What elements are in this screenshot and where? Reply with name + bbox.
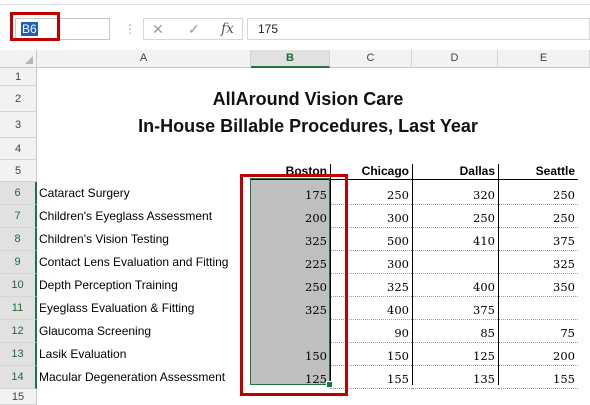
column-header-b[interactable]: B <box>251 50 330 68</box>
value-cell[interactable]: 85 <box>412 320 498 343</box>
value-cell[interactable]: 250 <box>412 205 498 228</box>
value-cell[interactable]: 325 <box>498 251 578 274</box>
row-header-2[interactable]: 2 <box>0 86 37 112</box>
value-cell[interactable] <box>498 297 578 320</box>
value-cell[interactable]: 135 <box>412 366 498 389</box>
row-header-5[interactable]: 5 <box>0 160 37 182</box>
column-header-a[interactable]: A <box>37 50 251 68</box>
procedure-cell[interactable]: Depth Perception Training <box>37 274 251 297</box>
formula-input[interactable]: 175 <box>247 18 590 40</box>
value-cell[interactable]: 350 <box>498 274 578 297</box>
column-header-c[interactable]: C <box>330 50 412 68</box>
header-dallas[interactable]: Dallas <box>412 164 498 180</box>
name-box-highlight <box>10 12 60 41</box>
value-cell[interactable]: 75 <box>498 320 578 343</box>
value-cell[interactable]: 250 <box>498 205 578 228</box>
value-cell[interactable]: 250 <box>498 182 578 205</box>
row-header-7[interactable]: 7 <box>0 205 37 228</box>
selection-highlight <box>240 174 348 396</box>
procedure-cell[interactable]: Cataract Surgery <box>37 182 251 205</box>
row-header-15[interactable]: 15 <box>0 389 37 405</box>
procedure-cell[interactable]: Glaucoma Screening <box>37 320 251 343</box>
row-header-1[interactable]: 1 <box>0 68 37 86</box>
more-options-icon[interactable]: ⋮ <box>124 20 136 38</box>
value-cell[interactable]: 200 <box>498 343 578 366</box>
procedure-cell[interactable]: Macular Degeneration Assessment <box>37 366 251 389</box>
value-cell[interactable]: 375 <box>498 228 578 251</box>
row-header-9[interactable]: 9 <box>0 251 37 274</box>
value-cell[interactable]: 410 <box>412 228 498 251</box>
row-header-12[interactable]: 12 <box>0 320 37 343</box>
row-header-10[interactable]: 10 <box>0 274 37 297</box>
value-cell[interactable]: 400 <box>412 274 498 297</box>
procedure-cell[interactable]: Children's Eyeglass Assessment <box>37 205 251 228</box>
row-header-8[interactable]: 8 <box>0 228 37 251</box>
formula-buttons: ✕ ✓ fx <box>143 18 243 40</box>
procedure-cell[interactable]: Children's Vision Testing <box>37 228 251 251</box>
formula-bar: B6 ⋮ ✕ ✓ fx 175 <box>0 0 590 50</box>
value-cell[interactable]: 375 <box>412 297 498 320</box>
value-cell[interactable]: 125 <box>412 343 498 366</box>
row-header-11[interactable]: 11 <box>0 297 37 320</box>
row-header-13[interactable]: 13 <box>0 343 37 366</box>
row-header-4[interactable]: 4 <box>0 138 37 160</box>
report-title: AllAround Vision Care <box>212 89 404 109</box>
insert-function-icon[interactable]: fx <box>221 19 234 39</box>
procedure-cell[interactable]: Eyeglass Evaluation & Fitting <box>37 297 251 320</box>
enter-icon[interactable]: ✓ <box>188 19 200 39</box>
value-cell[interactable] <box>412 251 498 274</box>
column-header-d[interactable]: D <box>412 50 498 68</box>
row-header-6[interactable]: 6 <box>0 182 37 205</box>
procedure-cell[interactable]: Contact Lens Evaluation and Fitting <box>37 251 251 274</box>
row-header-3[interactable]: 3 <box>0 112 37 138</box>
column-divider <box>412 164 413 385</box>
header-seattle[interactable]: Seattle <box>498 164 578 180</box>
value-cell[interactable]: 155 <box>498 366 578 389</box>
column-divider <box>498 164 499 385</box>
cancel-icon[interactable]: ✕ <box>152 19 164 39</box>
procedure-cell[interactable]: Lasik Evaluation <box>37 343 251 366</box>
column-header-e[interactable]: E <box>498 50 590 68</box>
report-subtitle: In-House Billable Procedures, Last Year <box>138 116 478 136</box>
row-header-14[interactable]: 14 <box>0 366 37 389</box>
select-all-corner[interactable] <box>0 50 37 68</box>
ribbon-divider <box>0 4 590 5</box>
value-cell[interactable]: 320 <box>412 182 498 205</box>
